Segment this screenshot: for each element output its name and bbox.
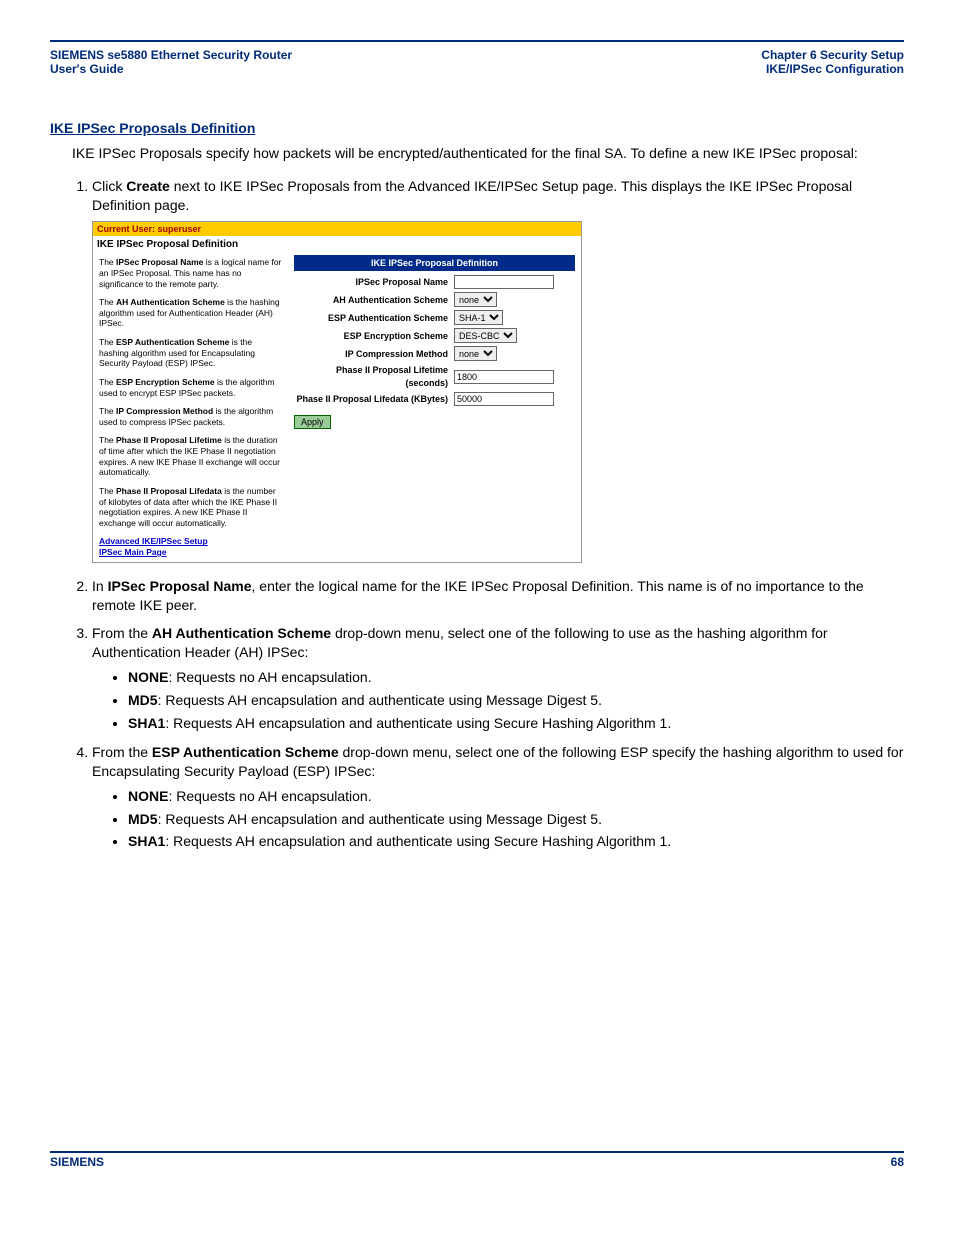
step-3: From the AH Authentication Scheme drop-d… [92,624,904,732]
ss-input-name[interactable] [454,275,554,289]
header-right-line2: IKE/IPSec Configuration [761,62,904,76]
ss-form-header: IKE IPSec Proposal Definition [294,255,575,271]
ss-link-main[interactable]: IPSec Main Page [99,547,282,558]
intro-text: IKE IPSec Proposals specify how packets … [72,144,904,163]
ss-select-espenc[interactable]: DES-CBC [454,328,517,343]
page-header: SIEMENS se5880 Ethernet Security Router … [50,46,904,80]
ss-input-lifedata[interactable] [454,392,554,406]
step-1: Click Create next to IKE IPSec Proposals… [92,177,904,563]
footer-rule [50,1151,904,1153]
ss-link-advanced[interactable]: Advanced IKE/IPSec Setup [99,536,282,547]
header-rule [50,40,904,42]
header-left-line2: User's Guide [50,62,292,76]
footer-brand: SIEMENS [50,1155,104,1169]
ss-input-lifetime[interactable] [454,370,554,384]
section-title: IKE IPSec Proposals Definition [50,120,904,136]
page-footer: SIEMENS 68 [50,1155,904,1169]
step-2: In IPSec Proposal Name, enter the logica… [92,577,904,615]
embedded-screenshot: Current User: superuser IKE IPSec Propos… [92,221,582,563]
step3-bullets: NONE: Requests no AH encapsulation. MD5:… [128,668,904,733]
step-4: From the ESP Authentication Scheme drop-… [92,743,904,851]
steps-list: Click Create next to IKE IPSec Proposals… [92,177,904,851]
ss-help-panel: The IPSec Proposal Name is a logical nam… [93,253,288,561]
ss-userbar: Current User: superuser [93,222,581,236]
header-left-line1: SIEMENS se5880 Ethernet Security Router [50,48,292,62]
step4-bullets: NONE: Requests no AH encapsulation. MD5:… [128,787,904,852]
ss-title: IKE IPSec Proposal Definition [93,236,581,254]
ss-form-panel: IKE IPSec Proposal Definition IPSec Prop… [288,253,581,561]
header-right-line1: Chapter 6 Security Setup [761,48,904,62]
ss-select-ah[interactable]: none [454,292,497,307]
ss-select-ipcomp[interactable]: none [454,346,497,361]
ss-select-espauth[interactable]: SHA-1 [454,310,503,325]
ss-apply-button[interactable]: Apply [294,415,331,429]
footer-page-number: 68 [891,1155,904,1169]
